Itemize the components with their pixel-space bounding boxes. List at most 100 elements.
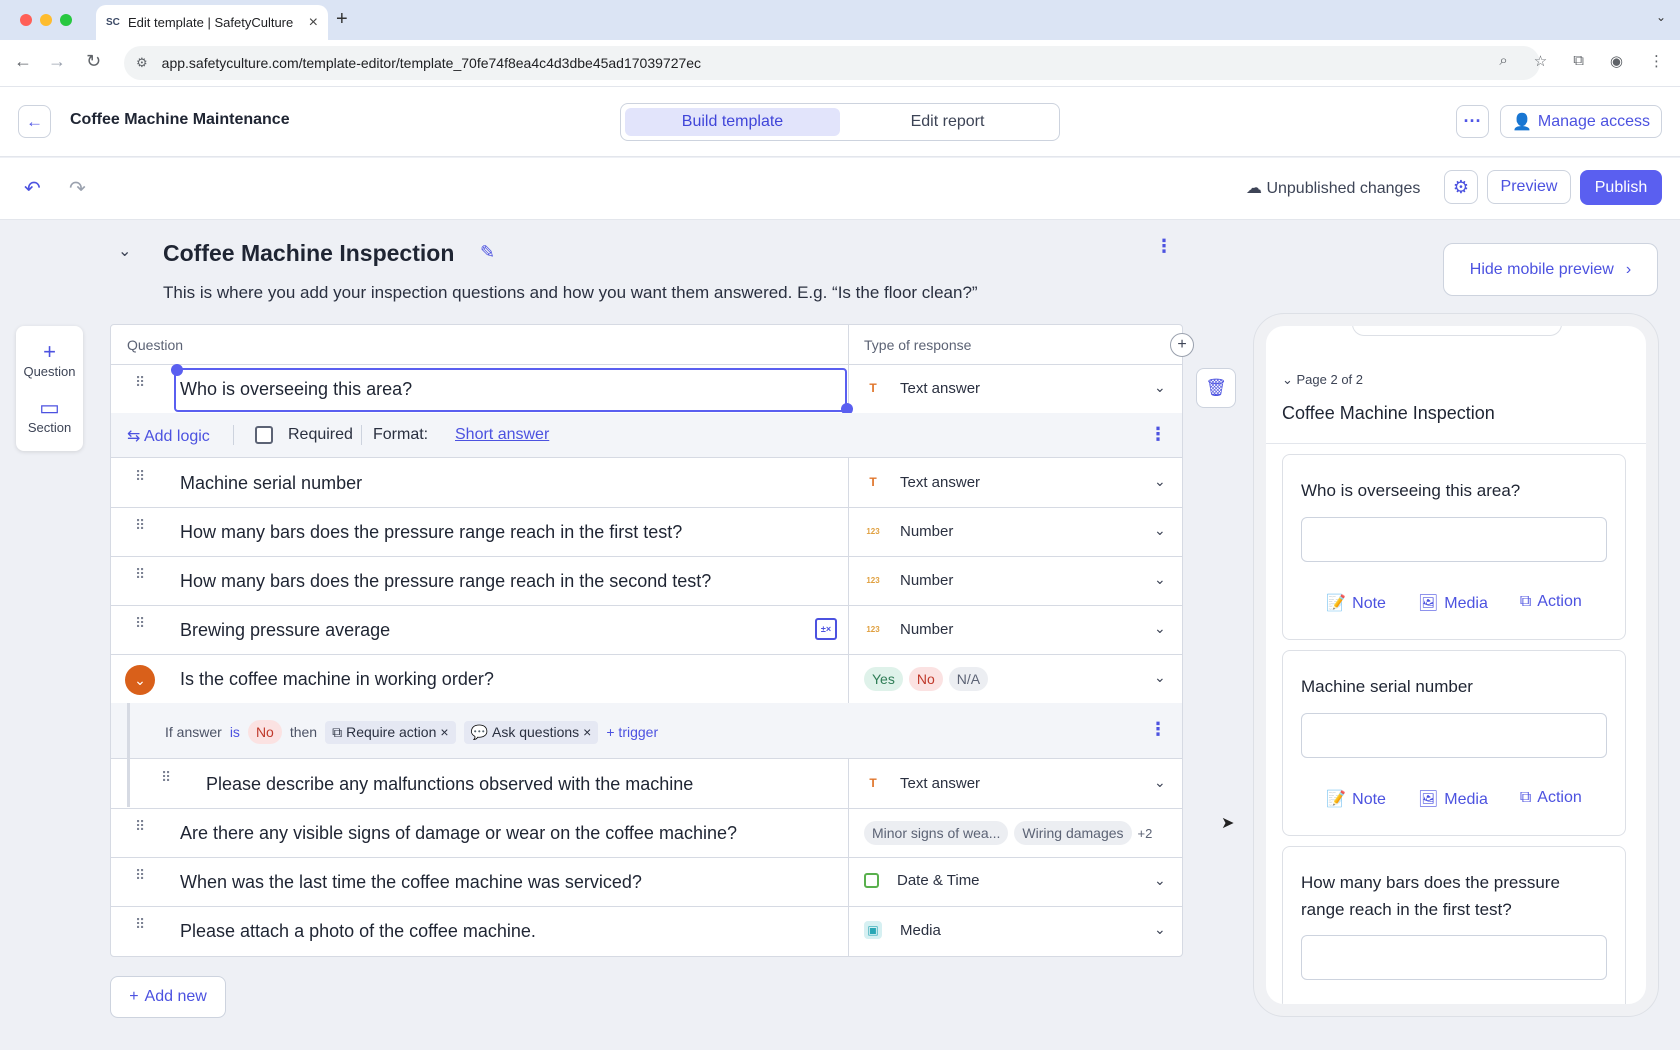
trigger-require-action[interactable]: ⧉ Require action ×: [325, 720, 456, 744]
question-text[interactable]: Is the coffee machine in working order?: [180, 669, 494, 690]
remove-icon[interactable]: ×: [440, 724, 448, 740]
chevron-down-icon[interactable]: ⌄: [1154, 522, 1166, 539]
question-text[interactable]: Please describe any malfunctions observe…: [206, 774, 693, 795]
action-button[interactable]: ⧉ Action: [1520, 789, 1582, 809]
chevron-down-icon[interactable]: ⌄: [1154, 774, 1166, 791]
maximize-window-button[interactable]: [60, 14, 72, 26]
logic-menu-icon[interactable]: ⋮: [1149, 719, 1167, 740]
drag-handle-icon[interactable]: ⠿: [135, 469, 145, 483]
undo-icon[interactable]: ↶: [24, 176, 41, 201]
minimize-window-button[interactable]: [40, 14, 52, 26]
tab-search-icon[interactable]: ⌄: [1656, 10, 1666, 24]
section-menu-icon[interactable]: ⋮: [1155, 236, 1173, 257]
action-button[interactable]: ⧉ Action: [1520, 593, 1582, 613]
back-button[interactable]: ←: [18, 105, 51, 138]
back-arrow-icon[interactable]: ←: [14, 51, 32, 72]
note-button[interactable]: 📝Note: [1326, 789, 1386, 809]
extensions-icon[interactable]: ⧉: [1573, 52, 1584, 70]
page-indicator[interactable]: ⌄ Page 2 of 2: [1282, 372, 1363, 388]
table-row[interactable]: ⠿ Please attach a photo of the coffee ma…: [111, 907, 1182, 956]
response-type[interactable]: T Text answer: [864, 774, 980, 792]
manage-access-button[interactable]: 👤 Manage access: [1500, 105, 1662, 138]
edit-pencil-icon[interactable]: ✎: [480, 242, 495, 263]
mobile-answer-input[interactable]: [1301, 713, 1607, 758]
question-text[interactable]: Are there any visible signs of damage or…: [180, 823, 737, 844]
drag-handle-icon[interactable]: ⠿: [135, 518, 145, 532]
chevron-down-icon[interactable]: ⌄: [1154, 379, 1166, 396]
add-logic-button[interactable]: ⇆ Add logic: [127, 426, 210, 446]
section-title[interactable]: Coffee Machine Inspection: [163, 240, 454, 267]
media-button[interactable]: 🖼Media: [1418, 789, 1488, 809]
profile-icon[interactable]: ◉: [1610, 52, 1623, 70]
question-menu-icon[interactable]: ⋮: [1149, 424, 1167, 445]
logic-operator[interactable]: is: [230, 724, 240, 740]
publish-button[interactable]: Publish: [1580, 170, 1662, 205]
question-text[interactable]: Brewing pressure average: [180, 620, 390, 641]
table-row[interactable]: ⌄ Is the coffee machine in working order…: [111, 655, 1182, 704]
add-new-button[interactable]: + Add new: [110, 976, 226, 1018]
table-row[interactable]: ⠿ How many bars does the pressure range …: [111, 557, 1182, 606]
browser-tab[interactable]: SC Edit template | SafetyCulture ×: [96, 5, 328, 40]
resize-handle[interactable]: [171, 364, 183, 376]
chevron-down-icon[interactable]: ⌄: [1154, 473, 1166, 490]
chevron-down-icon[interactable]: ⌄: [1154, 921, 1166, 938]
question-text[interactable]: Machine serial number: [180, 473, 362, 494]
response-type[interactable]: 123 Number: [864, 571, 953, 589]
question-text[interactable]: How many bars does the pressure range re…: [180, 571, 711, 592]
remove-icon[interactable]: ×: [583, 724, 591, 740]
collapse-section-chevron-icon[interactable]: ⌄: [118, 241, 131, 261]
drag-handle-icon[interactable]: ⠿: [161, 770, 171, 784]
table-row[interactable]: ⠿ Brewing pressure average ±× 123 Number…: [111, 606, 1182, 655]
calculator-icon[interactable]: ±×: [815, 618, 837, 640]
mobile-answer-input[interactable]: [1301, 517, 1607, 562]
add-section-button[interactable]: ▭ Section: [16, 396, 83, 436]
action-button[interactable]: ⧉ Action: [1520, 1007, 1582, 1016]
question-text[interactable]: When was the last time the coffee machin…: [180, 872, 642, 893]
close-tab-icon[interactable]: ×: [309, 14, 318, 32]
drag-handle-icon[interactable]: ⠿: [135, 567, 145, 581]
format-link[interactable]: Short answer: [455, 426, 549, 444]
drag-handle-icon[interactable]: ⠿: [135, 868, 145, 882]
response-type[interactable]: ▣ Media: [864, 921, 941, 939]
add-trigger-link[interactable]: + trigger: [606, 724, 658, 740]
response-type[interactable]: T Text answer: [864, 379, 980, 397]
drag-handle-icon[interactable]: ⠿: [135, 917, 145, 931]
response-type[interactable]: T Text answer: [864, 473, 980, 491]
preview-button[interactable]: Preview: [1487, 170, 1571, 204]
response-options[interactable]: Minor signs of wea... Wiring damages +2: [864, 821, 1152, 845]
close-window-button[interactable]: [20, 14, 32, 26]
forward-arrow-icon[interactable]: →: [48, 51, 66, 72]
bookmark-star-icon[interactable]: ☆: [1534, 52, 1547, 70]
add-column-button[interactable]: +: [1170, 333, 1194, 357]
expand-logic-button[interactable]: ⌄: [125, 665, 155, 695]
settings-button[interactable]: ⚙: [1444, 170, 1478, 204]
tab-edit-report[interactable]: Edit report: [840, 108, 1055, 136]
add-question-button[interactable]: + Question: [16, 340, 83, 380]
response-type[interactable]: 123 Number: [864, 522, 953, 540]
url-field[interactable]: ⚙ app.safetyculture.com/template-editor/…: [124, 46, 1540, 80]
question-text[interactable]: Who is overseeing this area?: [180, 379, 412, 400]
delete-question-button[interactable]: 🗑: [1196, 368, 1236, 408]
required-checkbox[interactable]: [255, 426, 273, 444]
tab-build-template[interactable]: Build template: [625, 108, 840, 136]
question-text[interactable]: How many bars does the pressure range re…: [180, 522, 682, 543]
drag-handle-icon[interactable]: ⠿: [135, 375, 145, 389]
chevron-down-icon[interactable]: ⌄: [1154, 872, 1166, 889]
new-tab-icon[interactable]: +: [336, 8, 348, 31]
hide-mobile-preview-button[interactable]: Hide mobile preview ›: [1443, 243, 1658, 296]
more-options-button[interactable]: ···: [1456, 105, 1489, 138]
chevron-down-icon[interactable]: ⌄: [1154, 571, 1166, 588]
table-row[interactable]: ⠿ Please describe any malfunctions obser…: [111, 760, 1182, 809]
table-row[interactable]: ⠿ Are there any visible signs of damage …: [111, 809, 1182, 858]
response-options[interactable]: Yes No N/A: [864, 667, 994, 691]
drag-handle-icon[interactable]: ⠿: [135, 819, 145, 833]
table-row[interactable]: ⠿ Who is overseeing this area? T Text an…: [111, 364, 1182, 415]
table-row[interactable]: ⠿ When was the last time the coffee mach…: [111, 858, 1182, 907]
redo-icon[interactable]: ↷: [69, 176, 86, 201]
note-button[interactable]: 📝Note: [1326, 1007, 1386, 1016]
table-row[interactable]: ⠿ Machine serial number T Text answer ⌄: [111, 459, 1182, 508]
media-button[interactable]: 🖼Media: [1418, 1007, 1488, 1016]
site-settings-icon[interactable]: ⚙: [136, 55, 148, 71]
reload-icon[interactable]: ↻: [86, 51, 101, 72]
question-text[interactable]: Please attach a photo of the coffee mach…: [180, 921, 536, 942]
